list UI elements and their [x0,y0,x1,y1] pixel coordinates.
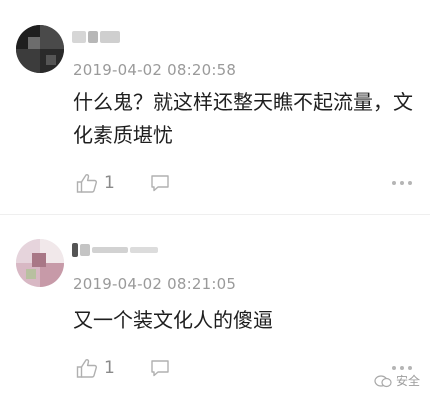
like-count: 1 [104,173,115,193]
like-count: 1 [104,358,115,378]
comment-actions: 1 [76,358,414,380]
reply-button[interactable] [150,174,170,196]
like-button[interactable]: 1 [76,358,115,378]
avatar[interactable] [16,25,64,73]
timestamp: 2019-04-02 08:21:05 [73,275,237,293]
comment-text: 又一个装文化人的傻逼 [73,308,273,332]
reply-button[interactable] [150,359,170,381]
avatar[interactable] [16,239,64,287]
comment-bubble-icon [151,360,169,377]
like-button[interactable]: 1 [76,173,115,193]
more-button[interactable] [392,366,412,370]
comment-bubble-icon [151,175,169,192]
comment-item-1: 2019-04-02 08:20:58 什么鬼？就这样还整天瞧不起流量，文化素质… [0,0,430,215]
more-button[interactable] [392,181,412,185]
comment-actions: 1 [76,173,414,195]
watermark-text: 安全 [395,374,420,388]
comment-text: 什么鬼？就这样还整天瞧不起流量，文化素质堪忧 [73,90,413,147]
more-dots-icon [392,366,396,370]
watermark-logo-icon [374,374,392,387]
more-dots-icon [392,181,396,185]
thumbs-up-icon [76,359,97,378]
comment-item-2: 2019-04-02 08:21:05 又一个装文化人的傻逼 1 [0,215,430,401]
timestamp: 2019-04-02 08:20:58 [73,61,237,79]
thumbs-up-icon [76,174,97,193]
username-blurred[interactable] [72,29,120,45]
username-blurred[interactable] [72,242,158,258]
watermark: 安全 [374,372,420,389]
